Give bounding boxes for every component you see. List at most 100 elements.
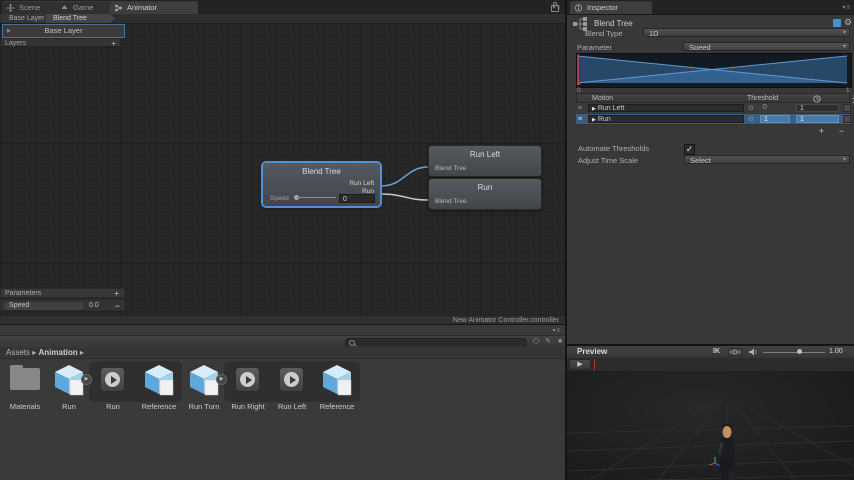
motion-row-run-left[interactable]: ≡ ▶ Run Left ⊙ 0 1 xyxy=(576,103,851,114)
parameter-name-field[interactable]: Speed xyxy=(4,302,84,310)
expand-subassets-button[interactable]: ▶ xyxy=(216,374,227,385)
pivot-button[interactable] xyxy=(728,348,742,356)
tab-inspector[interactable]: Inspector xyxy=(570,1,652,14)
node-param-value-field[interactable]: 0 xyxy=(339,194,375,203)
threshold-field[interactable]: 1 xyxy=(760,115,790,123)
pivot-icon xyxy=(729,349,741,355)
animator-window: Scene Game Animator ▾≡ Base Layer Blend … xyxy=(0,0,565,324)
layer-foldout-icon[interactable]: ▶ xyxy=(7,25,11,37)
blend-tree-output-run-left[interactable]: Run Left xyxy=(349,180,374,187)
animation-clip-icon xyxy=(279,367,304,392)
animator-icon xyxy=(115,4,122,12)
parameter-value: Speed xyxy=(689,43,711,51)
asset-label: Reference xyxy=(319,402,355,411)
parameters-header-label: Parameters xyxy=(5,290,42,297)
add-layer-button[interactable]: + xyxy=(111,39,116,48)
adjust-time-scale-dropdown[interactable]: Select ▾ xyxy=(684,155,850,164)
blend-tree-node[interactable]: Blend Tree Run Left Run Speed 0 xyxy=(262,162,381,207)
add-motion-button[interactable]: + xyxy=(819,127,824,136)
drag-handle-icon[interactable]: ≡ xyxy=(578,116,582,123)
motion-field[interactable]: ▶ Run Left xyxy=(588,104,744,112)
preview-speed-slider-knob[interactable] xyxy=(797,349,802,354)
tab-scene-label: Scene xyxy=(19,3,41,12)
motion-name: Run xyxy=(597,116,611,123)
parameter-row-speed: Speed 0.0 − xyxy=(0,299,125,311)
breadcrumb-assets[interactable]: Assets xyxy=(6,348,30,357)
add-parameter-button[interactable]: + xyxy=(114,289,119,299)
speaker-icon[interactable] xyxy=(749,348,758,356)
parameter-label: Parameter xyxy=(577,43,613,52)
motion-field[interactable]: ▶ Run xyxy=(588,115,744,123)
mirror-checkbox[interactable] xyxy=(843,115,851,123)
object-picker-icon[interactable]: ⊙ xyxy=(748,104,754,113)
preview-speed-slider-track[interactable] xyxy=(763,351,825,353)
remove-motion-button[interactable]: − xyxy=(839,127,844,136)
automate-thresholds-checkbox[interactable]: ✓ xyxy=(684,144,695,155)
parameter-value[interactable]: 0.0 xyxy=(89,302,99,310)
motion-row-run[interactable]: ≡ ▶ Run ⊙ 1 1 xyxy=(576,114,851,125)
blend-tree-node-title: Blend Tree xyxy=(302,167,341,176)
blend-type-value: 1D xyxy=(649,29,659,37)
time-scale-icon xyxy=(813,95,821,103)
ik-toggle[interactable]: IK xyxy=(713,346,720,358)
project-breadcrumb: Assets ▸ Animation ▸ xyxy=(0,347,565,359)
mirror-checkbox[interactable] xyxy=(843,104,851,112)
col-threshold-label: Threshold xyxy=(747,95,779,102)
blend-type-dropdown[interactable]: 1D ▾ xyxy=(643,28,850,37)
project-assets-grid: Materials Run ▶ Run Reference Run Turn ▶… xyxy=(0,359,565,480)
blend-type-label: Blend Type xyxy=(585,29,623,38)
search-by-label-icon[interactable]: ✎ xyxy=(545,338,551,346)
breadcrumb-sep2-icon: ▸ xyxy=(79,348,84,357)
object-picker-icon[interactable]: ⊙ xyxy=(748,115,754,124)
project-chrome: ▾≡ xyxy=(0,325,565,335)
tab-animator-label: Animator xyxy=(127,3,158,12)
breadcrumb-blend-tree[interactable]: Blend Tree xyxy=(46,14,115,23)
project-window: ▾≡ ⬡ ✎ ★ Assets ▸ Animation ▸ Materials xyxy=(0,324,565,480)
gear-icon[interactable]: ⚙ xyxy=(844,18,852,27)
adjust-time-scale-label: Adjust Time Scale xyxy=(578,156,639,165)
run-left-node[interactable]: Run Left Blend Tree xyxy=(428,145,542,177)
threshold-field[interactable]: 0 xyxy=(760,104,790,112)
tab-animator[interactable]: Animator xyxy=(110,1,198,14)
animator-statusbar: New Animator Controller.controller xyxy=(0,315,565,324)
model-cube-icon xyxy=(145,365,174,396)
run-node[interactable]: Run Blend Tree xyxy=(428,178,542,210)
animation-clip-icon xyxy=(100,367,125,392)
run-node-tag: Blend Tree xyxy=(435,198,467,205)
speed-field[interactable]: 1 xyxy=(796,104,839,112)
blend-graph[interactable] xyxy=(576,53,852,88)
node-param-slider-track[interactable] xyxy=(296,197,336,198)
speed-field[interactable]: 1 xyxy=(796,115,839,123)
animation-clip-icon xyxy=(235,367,260,392)
preview-title: Preview xyxy=(577,347,608,356)
play-button[interactable]: ▶ xyxy=(569,359,591,370)
layer-item-base-layer[interactable]: ▶ Base Layer xyxy=(2,24,125,38)
tab-game-label: Game xyxy=(73,3,94,12)
preview-speed-value: 1.00 xyxy=(829,348,843,355)
model-cube-icon xyxy=(323,365,352,396)
favorites-star-icon[interactable]: ★ xyxy=(557,338,563,346)
preview-viewport[interactable] xyxy=(567,371,854,480)
parameters-header: Parameters + xyxy=(0,288,125,298)
adjust-time-scale-value: Select xyxy=(690,156,711,164)
clip-icon: ▶ xyxy=(592,106,596,112)
animator-tabbar: Scene Game Animator ▾≡ xyxy=(0,0,565,15)
asset-thumbnail-icon[interactable] xyxy=(833,19,841,27)
run-node-title: Run xyxy=(477,183,493,192)
remove-parameter-button[interactable]: − xyxy=(115,301,120,311)
layers-header-label: Layers xyxy=(5,40,27,47)
expand-subassets-button[interactable]: ▶ xyxy=(81,374,92,385)
breadcrumb-animation[interactable]: Animation xyxy=(39,348,78,357)
inspector-title: Blend Tree xyxy=(594,19,633,28)
parameter-dropdown[interactable]: Speed ▾ xyxy=(683,42,850,51)
chevron-down-icon: ▾ xyxy=(842,157,846,163)
playhead-marker[interactable] xyxy=(594,359,595,370)
chevron-down-icon: ▾ xyxy=(842,44,846,50)
col-motion-label: Motion xyxy=(592,95,614,102)
animator-graph-area[interactable]: ▶ Base Layer Layers + Blend Tree Run Lef… xyxy=(0,23,565,315)
inspector-window-menu-icon[interactable]: ▾≡ xyxy=(842,4,851,11)
inspector-lock-icon[interactable] xyxy=(551,2,559,12)
drag-handle-icon[interactable]: ≡ xyxy=(578,105,582,112)
project-window-menu-icon[interactable]: ▾≡ xyxy=(552,327,561,334)
search-by-type-icon[interactable]: ⬡ xyxy=(533,338,539,346)
